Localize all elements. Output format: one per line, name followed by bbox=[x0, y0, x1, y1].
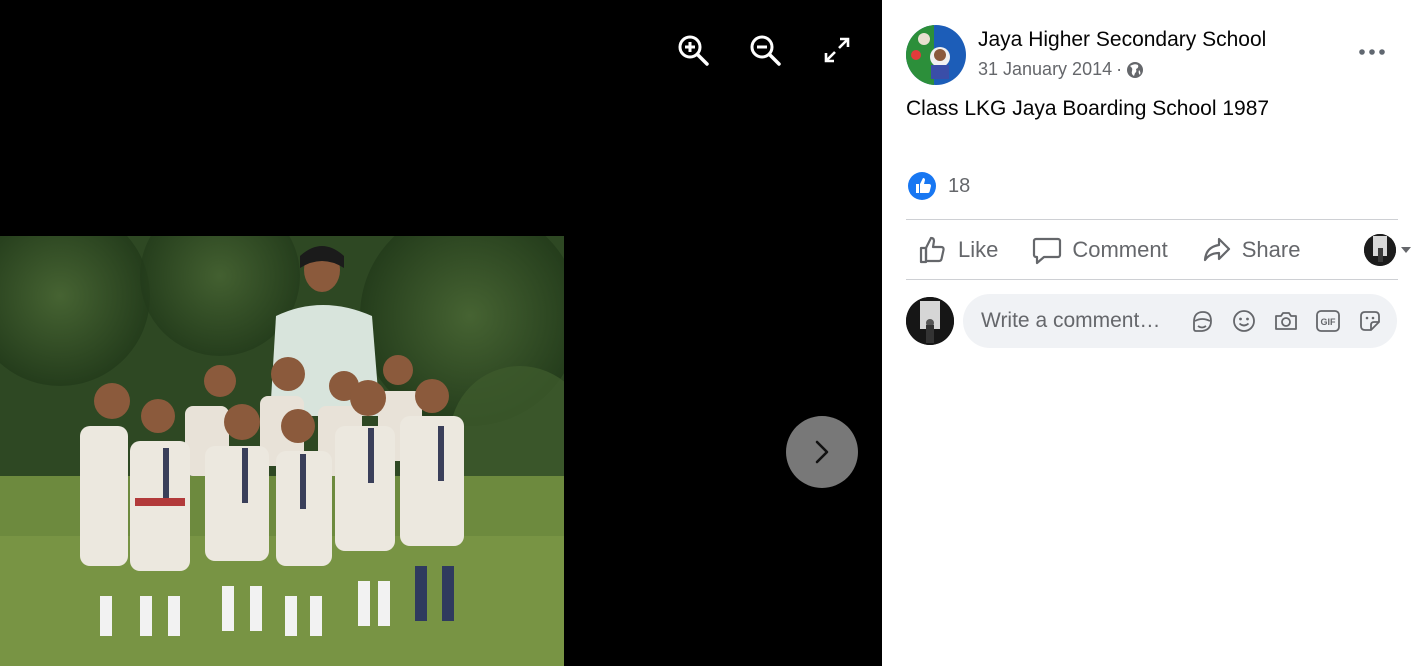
avatar-sticker-icon bbox=[1193, 311, 1212, 332]
expand-icon bbox=[824, 37, 850, 63]
page-name-link[interactable]: Jaya Higher Secondary School bbox=[978, 28, 1266, 52]
sticker-button[interactable] bbox=[1355, 306, 1385, 336]
reaction-count: 18 bbox=[948, 174, 971, 197]
user-avatar bbox=[1364, 234, 1396, 266]
globe-icon bbox=[1127, 61, 1144, 78]
user-avatar[interactable] bbox=[906, 297, 954, 345]
divider bbox=[906, 279, 1398, 280]
comment-box: GIF bbox=[963, 294, 1397, 348]
comment-input[interactable] bbox=[981, 309, 1187, 333]
svg-text:GIF: GIF bbox=[1321, 317, 1337, 327]
zoom-in-button[interactable] bbox=[673, 30, 713, 70]
reactions-summary[interactable]: 18 bbox=[908, 172, 970, 200]
divider bbox=[906, 219, 1398, 220]
fullscreen-button[interactable] bbox=[817, 30, 857, 70]
chevron-right-icon bbox=[815, 440, 829, 464]
gif-button[interactable]: GIF bbox=[1313, 306, 1343, 336]
post-photo bbox=[0, 236, 564, 666]
like-label: Like bbox=[958, 237, 999, 262]
date-separator: · bbox=[1116, 59, 1123, 79]
share-label: Share bbox=[1241, 237, 1301, 262]
post-options-button[interactable] bbox=[1354, 38, 1390, 66]
emoji-icon bbox=[1233, 310, 1255, 332]
comment-tools: GIF bbox=[1187, 306, 1385, 336]
caret-down-icon bbox=[1401, 247, 1411, 253]
gif-icon: GIF bbox=[1316, 310, 1340, 332]
reaction-identity-selector[interactable] bbox=[1364, 234, 1412, 266]
post-caption: Class LKG Jaya Boarding School 1987 bbox=[906, 97, 1270, 120]
post-date[interactable]: 31 January 2014 bbox=[978, 59, 1112, 80]
like-reaction-icon bbox=[908, 172, 936, 200]
avatar-sticker-button[interactable] bbox=[1187, 306, 1217, 336]
post-details-panel: Jaya Higher Secondary School 31 January … bbox=[882, 0, 1421, 666]
sticker-icon bbox=[1360, 311, 1380, 331]
next-photo-button[interactable] bbox=[786, 416, 858, 488]
like-button[interactable]: Like bbox=[918, 222, 998, 278]
zoom-out-icon bbox=[750, 35, 781, 66]
comment-icon bbox=[1033, 237, 1062, 265]
comment-label: Comment bbox=[1072, 237, 1168, 262]
zoom-out-button[interactable] bbox=[745, 30, 785, 70]
more-dots-icon bbox=[1359, 49, 1385, 55]
photo-viewer bbox=[0, 0, 882, 666]
post-meta: 31 January 2014 · bbox=[978, 59, 1144, 80]
photo-button[interactable] bbox=[1271, 306, 1301, 336]
zoom-in-icon bbox=[678, 35, 709, 66]
camera-icon bbox=[1275, 312, 1297, 330]
page-avatar[interactable] bbox=[906, 25, 966, 85]
share-icon bbox=[1203, 237, 1230, 262]
post-actions-bar: Like Comment Share bbox=[906, 222, 1412, 278]
like-icon bbox=[919, 236, 945, 264]
comment-composer: GIF bbox=[906, 294, 1397, 348]
share-button[interactable]: Share bbox=[1202, 222, 1301, 278]
emoji-button[interactable] bbox=[1229, 306, 1259, 336]
comment-button[interactable]: Comment bbox=[1032, 222, 1168, 278]
